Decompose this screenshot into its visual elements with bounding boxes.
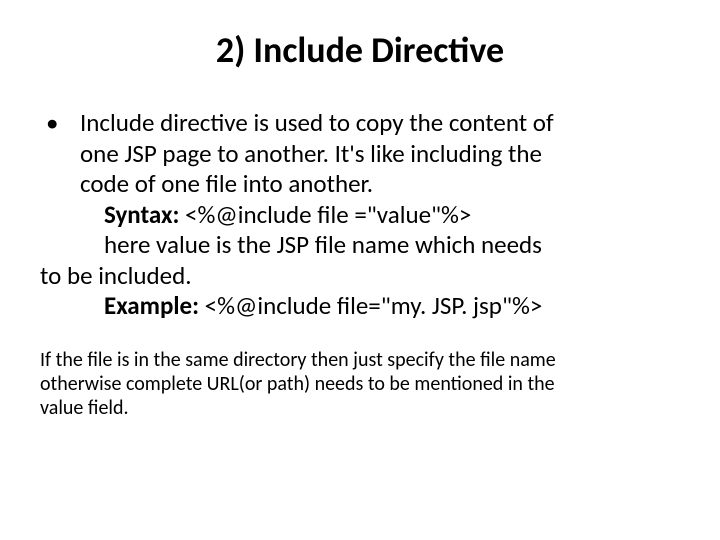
paragraph-line: code of one file into another. [80,169,680,200]
footnote-line: If the file is in the same directory the… [40,348,680,372]
syntax-label: Syntax: [104,199,179,230]
bullet-dot-icon: • [40,108,80,200]
footnote: If the file is in the same directory the… [40,348,680,421]
syntax-line: Syntax: <%@include file ="value"%> [40,200,680,231]
paragraph-line: one JSP page to another. It's like inclu… [80,139,680,170]
desc-line: here value is the JSP file name which ne… [40,230,680,261]
slide-title: 2) Include Directive [40,28,680,72]
syntax-text: <%@include file ="value"%> [179,199,471,230]
example-text: <%@include file="my. JSP. jsp"%> [199,290,542,321]
slide: 2) Include Directive • Include directive… [0,0,720,540]
bullet-item: • Include directive is used to copy the … [40,108,680,200]
desc-line: to be included. [40,261,680,292]
footnote-line: otherwise complete URL(or path) needs to… [40,372,680,396]
example-line: Example: <%@include file="my. JSP. jsp"%… [40,291,680,322]
example-label: Example: [104,290,199,321]
slide-body: • Include directive is used to copy the … [40,108,680,421]
bullet-content: Include directive is used to copy the co… [80,108,680,200]
footnote-line: value field. [40,396,680,420]
paragraph-line: Include directive is used to copy the co… [80,108,680,139]
